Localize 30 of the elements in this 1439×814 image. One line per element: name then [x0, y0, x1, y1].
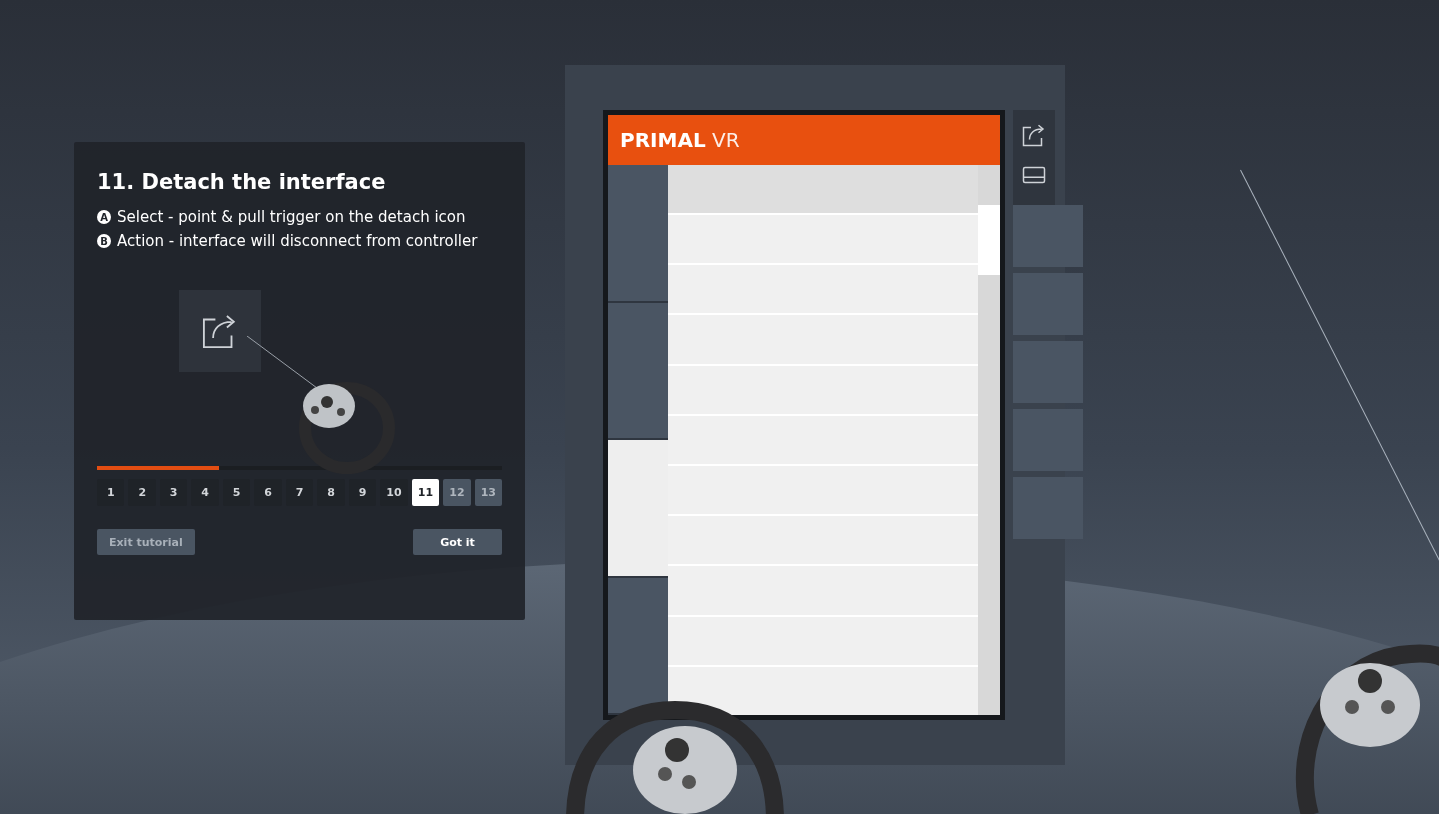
- step-number-button[interactable]: 1: [97, 479, 125, 506]
- side-tile[interactable]: [1013, 205, 1083, 267]
- sidebar-tile[interactable]: [608, 165, 668, 303]
- step-badge: A: [97, 210, 111, 224]
- step-number-button[interactable]: 10: [380, 479, 408, 506]
- got-it-button[interactable]: Got it: [413, 529, 502, 555]
- step-number-button[interactable]: 7: [285, 479, 314, 506]
- scrollbar[interactable]: [978, 165, 1000, 715]
- sidebar-tile[interactable]: [608, 302, 668, 440]
- sidebar-tile[interactable]: [608, 440, 668, 578]
- step-number-button[interactable]: 12: [443, 479, 471, 506]
- step-text: Select - point & pull trigger on the detach icon: [117, 208, 466, 226]
- side-tile[interactable]: [1013, 273, 1083, 335]
- side-tile[interactable]: [1013, 341, 1083, 403]
- step-number-button[interactable]: 13: [474, 479, 503, 506]
- step-text: Action - interface will disconnect from controller: [117, 232, 478, 250]
- step-number-button[interactable]: 8: [317, 479, 345, 506]
- sidebar-tile[interactable]: [608, 577, 668, 715]
- list-row[interactable]: [668, 664, 978, 716]
- tutorial-title: 11. Detach the interface: [97, 170, 387, 194]
- step-number-button[interactable]: 3: [159, 479, 188, 506]
- step-number-button[interactable]: 5: [222, 479, 251, 506]
- step-number-button[interactable]: 9: [348, 479, 377, 506]
- scroll-thumb[interactable]: [978, 205, 1000, 275]
- step-number-button[interactable]: 6: [254, 479, 282, 506]
- step-badge: B: [97, 234, 111, 248]
- step-number-button[interactable]: 11: [411, 479, 440, 506]
- app-logo: PRIMAL VR: [620, 128, 740, 152]
- step-number-button[interactable]: 2: [128, 479, 156, 506]
- step-number-button[interactable]: 4: [191, 479, 219, 506]
